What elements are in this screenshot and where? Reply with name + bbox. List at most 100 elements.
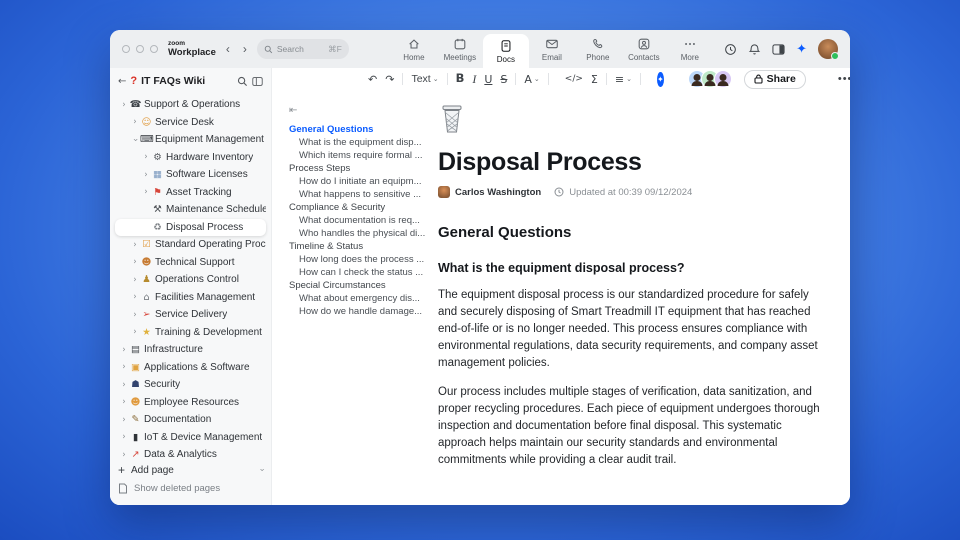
tab-email[interactable]: Email [529,30,575,68]
sidebar-item-disposal-process[interactable]: ♻ Disposal Process [115,218,266,236]
chevron-right-icon[interactable]: › [130,240,140,250]
chevron-right-icon[interactable]: › [141,152,151,162]
outline-item[interactable]: Which items require formal ... [289,149,432,162]
outline-item[interactable]: How do I initiate an equipm... [289,175,432,188]
chevron-right-icon[interactable]: › [141,170,151,180]
outline-item[interactable]: What about emergency dis... [289,292,432,305]
chevron-right-icon[interactable]: › [119,432,129,442]
tab-meetings[interactable]: Meetings [437,30,483,68]
sidebar-item-data-analytics[interactable]: › ↗ Data & Analytics [115,446,266,459]
chevron-right-icon[interactable]: › [119,345,129,355]
chevron-right-icon[interactable]: › [119,380,129,390]
ai-companion-sparkle-icon[interactable]: ✦ [796,43,807,56]
sidebar-item-service-desk[interactable]: › ☺ Service Desk [115,114,266,132]
tab-more[interactable]: More [667,30,713,68]
forward-arrow-button[interactable]: › [243,42,247,56]
user-avatar[interactable] [818,39,839,60]
wiki-search-icon[interactable] [237,76,248,87]
outline-item[interactable]: Who handles the physical di... [289,227,432,240]
undo-icon[interactable]: ↶ [368,74,377,85]
document-page[interactable]: Disposal Process Carlos Washington Updat… [432,90,850,505]
collaborator-avatar-3[interactable] [713,70,732,88]
close-window-button[interactable] [122,45,130,53]
underline-button[interactable]: U [484,74,492,85]
sidebar-item-training-development[interactable]: › ★ Training & Development [115,324,266,342]
sidebar-item-asset-tracking[interactable]: › ⚑ Asset Tracking [115,184,266,202]
sidebar-item-support-operations[interactable]: › ☎ Support & Operations [115,96,266,114]
minimize-window-button[interactable] [136,45,144,53]
list-format-dropdown[interactable]: ≡ ⌄ [615,74,632,85]
strikethrough-button[interactable]: S [500,74,507,85]
sidebar-item-documentation[interactable]: › ✎ Documentation [115,411,266,429]
add-page-button[interactable]: + Add page › [118,461,266,479]
equation-icon[interactable]: Σ [591,74,598,85]
sidebar-back-icon[interactable]: ← [118,76,126,87]
outline-item[interactable]: How long does the process ... [289,253,432,266]
wastebasket-icon [438,104,466,134]
history-icon[interactable] [724,43,737,56]
sidebar-item-standard-operating-procedures[interactable]: ›☑ Standard Operating Procedures [115,236,266,254]
chevron-right-icon[interactable]: › [130,292,140,302]
chevron-right-icon[interactable]: › [119,397,129,407]
chevron-right-icon[interactable]: › [119,100,129,110]
sidebar-item-facilities-management[interactable]: › ⌂ Facilities Management [115,289,266,307]
chevron-down-icon[interactable]: › [130,135,140,145]
tab-home[interactable]: Home [391,30,437,68]
sidebar-collapse-icon[interactable] [252,76,263,87]
sidebar-item-operations-control[interactable]: › ♟ Operations Control [115,271,266,289]
tab-contacts[interactable]: Contacts [621,30,667,68]
notifications-bell-icon[interactable] [748,43,761,56]
outline-item[interactable]: How do we handle damage... [289,305,432,318]
redo-icon[interactable]: ↷ [385,74,394,85]
add-page-chevron-icon[interactable]: › [256,468,266,471]
text-style-dropdown[interactable]: Text ⌄ [411,73,438,85]
outline-item[interactable]: How can I check the status ... [289,266,432,279]
sidebar-item-maintenance-schedules[interactable]: ⚒ Maintenance Schedules [115,201,266,219]
sidebar-item-security[interactable]: › ☗ Security [115,376,266,394]
share-button[interactable]: Share [743,69,806,89]
chevron-right-icon[interactable]: › [130,275,140,285]
global-search-input[interactable]: Search ⌘F [256,39,349,59]
outline-section-general-questions[interactable]: General Questions [289,123,432,136]
chevron-right-icon[interactable]: › [130,117,140,127]
more-options-icon[interactable]: ••• [838,73,850,85]
side-panel-toggle-icon[interactable] [772,43,785,56]
outline-item[interactable]: What is the equipment disp... [289,136,432,149]
tab-docs[interactable]: Docs [482,34,529,68]
sidebar-item-service-delivery[interactable]: › ➢ Service Delivery [115,306,266,324]
zoom-window-button[interactable] [150,45,158,53]
tab-phone[interactable]: Phone [575,30,621,68]
outline-section-compliance-security[interactable]: Compliance & Security [289,201,432,214]
sidebar-item-applications-software[interactable]: › ▣ Applications & Software [115,359,266,377]
chevron-right-icon[interactable]: › [119,362,129,372]
outline-item[interactable]: What documentation is req... [289,214,432,227]
show-deleted-pages-button[interactable]: Show deleted pages [118,479,263,497]
text-color-dropdown[interactable]: A ⌄ [524,74,539,85]
sidebar-item-software-licenses[interactable]: › ▦ Software Licenses [115,166,266,184]
sidebar-item-infrastructure[interactable]: › ▤ Infrastructure [115,341,266,359]
code-icon[interactable]: </> [565,74,583,84]
sidebar-item-employee-resources[interactable]: › ☻ Employee Resources [115,394,266,412]
sidebar-item-hardware-inventory[interactable]: › ⚙ Hardware Inventory [115,149,266,167]
outline-collapse-icon[interactable]: ⇤ [289,105,297,116]
italic-button[interactable]: I [472,73,476,85]
sidebar-item-equipment-management[interactable]: › ⌨ Equipment Management [115,131,266,149]
chevron-right-icon[interactable]: › [141,187,151,197]
updated-clock-icon [554,187,564,197]
back-arrow-button[interactable]: ‹ [226,42,230,56]
ai-companion-button[interactable]: ✦ [656,71,664,87]
window-controls[interactable] [122,45,158,53]
bold-button[interactable]: B [456,73,465,85]
chevron-right-icon[interactable]: › [130,310,140,320]
chevron-right-icon[interactable]: › [130,257,140,267]
outline-section-special-circumstances[interactable]: Special Circumstances [289,279,432,292]
chevron-right-icon[interactable]: › [119,450,129,459]
chevron-right-icon[interactable]: › [119,415,129,425]
sidebar-item-iot-device-management[interactable]: › ▮ IoT & Device Management [115,429,266,447]
outline-section-timeline-status[interactable]: Timeline & Status [289,240,432,253]
chevron-right-icon[interactable]: › [130,327,140,337]
tool-icon: ⚙ [153,151,162,163]
outline-section-process-steps[interactable]: Process Steps [289,162,432,175]
sidebar-item-technical-support[interactable]: › ☻ Technical Support [115,254,266,272]
outline-item[interactable]: What happens to sensitive ... [289,188,432,201]
